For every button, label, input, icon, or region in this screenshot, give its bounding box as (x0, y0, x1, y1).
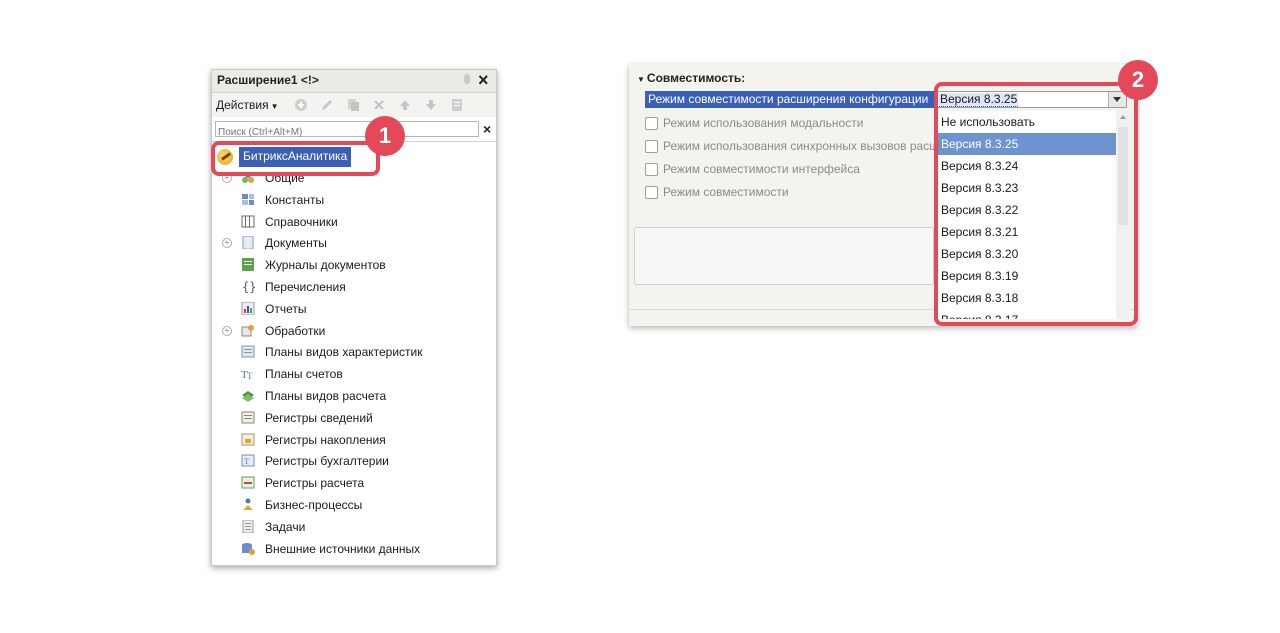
close-icon[interactable]: × (478, 70, 489, 90)
tasks-icon (241, 519, 255, 534)
edit-icon[interactable] (320, 98, 334, 112)
callout-frame-1 (211, 141, 380, 176)
compatibility-section-header[interactable]: ▼ Совместимость: (637, 71, 745, 85)
tree-item[interactable]: Регистры сведений (216, 408, 486, 428)
tree-item[interactable]: Регистры накопления (216, 430, 486, 450)
tree-item[interactable]: Планы видов характеристик (216, 342, 486, 362)
enums-icon: {} (241, 280, 256, 294)
actions-label: Действия (216, 98, 269, 112)
calculation-registers-icon (241, 476, 255, 489)
expand-icon[interactable]: + (222, 238, 232, 249)
add-icon[interactable] (294, 98, 308, 112)
tree-item-label: Константы (265, 192, 325, 207)
checkbox-compat-mode[interactable]: Режим совместимости (645, 184, 945, 202)
accounting-registers-icon: T (241, 454, 255, 467)
tree-item[interactable]: Справочники (216, 212, 486, 232)
tree-item[interactable]: + Документы (216, 233, 486, 253)
svg-text:{}: {} (242, 280, 255, 293)
business-processes-icon (241, 498, 255, 511)
information-registers-icon (241, 411, 255, 424)
tree-item-label: Планы видов характеристик (265, 345, 423, 360)
reports-icon (241, 301, 255, 316)
panel-toolbar: Действия ▼ (212, 93, 496, 117)
properties-icon[interactable] (450, 98, 464, 112)
tree-item[interactable]: Отчеты (216, 299, 486, 319)
chart-of-calculation-types-icon (241, 389, 255, 402)
data-processors-icon (241, 324, 255, 337)
tree-item[interactable]: Планы видов расчета (216, 386, 486, 406)
checkbox-box[interactable] (645, 163, 658, 176)
chart-of-characteristic-types-icon (241, 345, 255, 358)
tree-item[interactable]: Константы (216, 190, 486, 210)
callout-badge-1: 1 (365, 116, 405, 156)
checkbox-label: Режим использования модальности (663, 116, 864, 130)
expand-icon[interactable]: + (222, 325, 232, 336)
search-input[interactable] (216, 125, 482, 140)
tree-item[interactable]: T Регистры бухгалтерии (216, 451, 486, 471)
checkbox-modality-mode[interactable]: Режим использования модальности (645, 115, 945, 133)
tree-item-label: Планы счетов (265, 367, 343, 382)
caret-down-icon: ▼ (270, 102, 279, 111)
comment-textarea[interactable] (634, 227, 934, 285)
section-title: Совместимость: (646, 71, 746, 85)
tree-item-label: Задачи (265, 519, 306, 534)
svg-text:T: T (244, 457, 249, 466)
constants-icon (241, 193, 255, 206)
catalogs-icon (241, 215, 255, 228)
checkbox-sync-calls-mode[interactable]: Режим использования синхронных вызовов р… (645, 138, 945, 156)
tree-item[interactable]: {} Перечисления (216, 277, 486, 297)
tree-item-label: Журналы документов (265, 258, 386, 273)
document-journals-icon (241, 258, 255, 272)
compat-mode-row-label: Режим совместимости расширения конфигура… (645, 91, 937, 108)
checkbox-box[interactable] (645, 140, 658, 153)
chart-of-accounts-icon: TT (241, 367, 255, 381)
tree-item-label: Справочники (265, 214, 338, 229)
tree-item-label: Перечисления (265, 280, 346, 294)
external-data-sources-icon (241, 542, 255, 555)
checkbox-interface-compat-mode[interactable]: Режим совместимости интерфейса (645, 161, 945, 179)
panel-title: Расширение1 <!> (217, 73, 319, 87)
pin-icon[interactable] (464, 74, 470, 84)
checkbox-label: Режим использования синхронных вызовов р… (663, 139, 945, 153)
panel-title-bar: Расширение1 <!> × (212, 70, 496, 93)
tree-item-label: Документы (265, 236, 327, 251)
tree-item[interactable]: Бизнес-процессы (216, 495, 486, 515)
callout-frame-2 (934, 82, 1138, 326)
tree-item-label: Отчеты (265, 301, 307, 316)
checkbox-box[interactable] (645, 186, 658, 199)
move-up-icon[interactable] (398, 98, 412, 112)
svg-text:T: T (247, 371, 253, 380)
tree-item[interactable]: Регистры расчета (216, 473, 486, 493)
checkbox-label: Режим совместимости интерфейса (663, 162, 860, 176)
tree-item[interactable]: Журналы документов (216, 255, 486, 275)
accumulation-registers-icon (241, 433, 255, 446)
tree-item-label: Регистры накопления (265, 432, 386, 447)
documents-icon (241, 235, 255, 250)
tree-item-label: Планы видов расчета (265, 389, 387, 403)
tree-item[interactable]: T T Планы счетов (216, 364, 486, 384)
tree-item[interactable]: + Обработки (216, 321, 486, 341)
tree-item-label: Внешние источники данных (265, 541, 421, 556)
copy-icon[interactable] (346, 98, 360, 112)
callout-badge-2: 2 (1118, 60, 1158, 100)
tree-item-label: Регистры расчета (265, 476, 365, 491)
clear-search-icon[interactable]: × (483, 121, 491, 137)
tree-item-label: Регистры бухгалтерии (265, 454, 389, 469)
tree-item[interactable]: Задачи (216, 517, 486, 537)
collapse-triangle-icon: ▼ (637, 75, 645, 84)
tree-item[interactable]: Внешние источники данных (216, 539, 486, 559)
checkbox-label: Режим совместимости (663, 185, 789, 199)
search-field[interactable] (215, 121, 482, 140)
tree-item-label: Регистры сведений (265, 410, 373, 425)
tree-item-label: Обработки (265, 323, 326, 338)
actions-menu-button[interactable]: Действия ▼ (216, 98, 279, 112)
move-down-icon[interactable] (424, 98, 438, 112)
tree-item-label: Бизнес-процессы (265, 498, 363, 512)
checkbox-box[interactable] (645, 117, 658, 130)
delete-icon[interactable] (372, 98, 386, 112)
